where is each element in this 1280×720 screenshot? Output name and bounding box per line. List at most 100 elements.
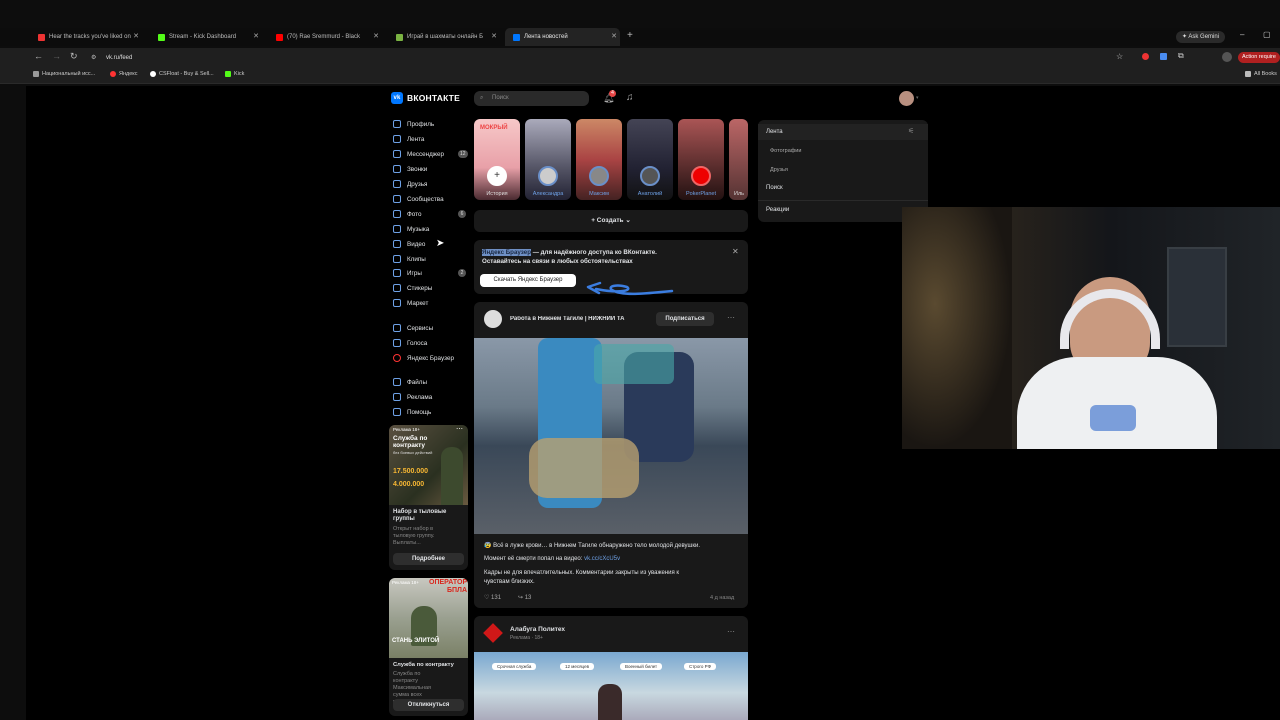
download-yandex-button[interactable]: Скачать Яндекс Браузер [480,274,576,287]
ask-gemini-button[interactable]: ✦ Ask Gemini [1176,31,1226,43]
story-item[interactable]: PokerPlanet [678,119,724,200]
menu-item-votes[interactable]: Голоса [393,337,427,349]
extensions-puzzle-icon[interactable]: ⧉ [1178,51,1184,61]
tab-youtube[interactable]: (70) Rae Sremmurd - Black ✕ [268,28,382,46]
maximize-button[interactable]: ▢ [1263,30,1271,39]
menu-item-profile[interactable]: Профиль [393,118,434,130]
heart-icon: ♡ [484,595,492,601]
menu-item-services[interactable]: Сервисы [393,322,433,334]
avatar [691,166,711,186]
story-item[interactable]: Иль [729,119,748,200]
story-add[interactable]: МОКРЫЙ + История [474,119,520,200]
menu-item-video[interactable]: Видео [393,238,425,250]
chevron-down-icon[interactable]: ▾ [916,95,919,101]
more-icon[interactable]: ⋯ [456,425,463,433]
post-image[interactable] [474,338,748,534]
ad-respond-button[interactable]: Откликнуться [393,699,464,711]
search-input[interactable]: ⌕ Поиск [474,91,589,106]
menu-item-calls[interactable]: Звонки [393,163,427,175]
story-item[interactable]: Максим [576,119,622,200]
room-lamp [902,207,1012,449]
music-note-icon[interactable]: ♫ [626,92,634,103]
votes-icon [393,339,401,347]
close-icon[interactable]: ✕ [373,32,379,40]
menu-item-messenger[interactable]: Мессенджер [393,148,444,160]
menu-item-market[interactable]: Маркет [393,297,428,309]
ad-card[interactable]: Реклама 18+ Служба по контракту без боев… [389,425,468,570]
folder-icon [1245,71,1251,77]
tab-chess[interactable]: Играй в шахматы онлайн Б ✕ [388,28,500,46]
filter-item-feed[interactable] [758,124,928,140]
menu-item-clips[interactable]: Клипы [393,253,426,265]
repost-button[interactable]: ↪ 13 [518,594,531,601]
create-button[interactable]: + Создать ⌄ [474,210,748,232]
story-item[interactable]: Анатолий [627,119,673,200]
streamer-shirt [1017,357,1217,449]
close-icon[interactable]: ✕ [611,32,617,40]
filter-item-photos[interactable]: Фотографии [770,148,801,154]
menu-item-stickers[interactable]: Стикеры [393,282,432,294]
menu-item-yandex-browser[interactable]: Яндекс Браузер [393,352,454,364]
back-icon[interactable]: ← [34,51,43,61]
tab-soundcloud[interactable]: Hear the tracks you've liked on ✕ [30,28,142,46]
feed-icon [393,135,401,143]
extension-icon[interactable] [1142,53,1149,60]
vk-logo[interactable]: vk ВКОНТАКТЕ [391,92,460,104]
menu-item-music[interactable]: Музыка [393,223,429,235]
ad-image: Реклама 18+ ОПЕРАТОР БПЛА СТАНЬ ЭЛИТОЙ [389,578,468,658]
forward-icon[interactable]: → [52,51,61,61]
menu-item-ads[interactable]: Реклама [393,391,432,403]
site-info-icon[interactable]: ⚙ [91,51,96,65]
post-author-name[interactable]: Работа в Нижнем Тагиле | НИЖНИЙ ТА [510,316,638,322]
ad-details-button[interactable]: Подробнее [393,553,464,565]
menu-item-friends[interactable]: Друзья [393,178,427,190]
bookmark-item[interactable]: CSFloat - Buy & Sell... [150,71,214,77]
like-button[interactable]: ♡ 131 [484,594,501,601]
menu-item-communities[interactable]: Сообщества [393,193,444,205]
star-icon[interactable]: ☆ [1116,52,1123,61]
filter-item-reactions[interactable]: Реакции [766,207,789,213]
new-tab-button[interactable]: + [627,30,633,41]
bookmark-item[interactable]: Национальный исс... [33,71,95,77]
post-link[interactable]: vk.cc/cXcU5v [584,556,620,562]
games-count: 2 [458,269,466,277]
url-bar[interactable]: ⚙ vk.ru/feed [86,51,1101,65]
post-author-avatar[interactable] [483,623,503,643]
filter-item-friends[interactable]: Друзья [770,167,788,173]
bookmark-item[interactable]: Яндекс [110,71,138,77]
soldier-figure [441,447,463,505]
minimize-button[interactable]: – [1240,30,1244,39]
post-author-avatar[interactable] [484,310,502,328]
profile-avatar[interactable] [1222,52,1232,62]
more-icon[interactable]: ⋯ [727,313,735,322]
tab-kick[interactable]: Stream - Kick Dashboard ✕ [150,28,262,46]
tab-vk-feed[interactable]: Лента новостей ✕ [505,28,620,46]
close-icon[interactable]: ✕ [133,32,139,40]
user-avatar[interactable] [899,91,914,106]
services-icon [393,324,401,332]
arrow-annotation [586,281,674,296]
filter-item-search[interactable]: Поиск [766,185,783,191]
yandex-icon [110,71,116,77]
menu-item-files[interactable]: Файлы [393,376,427,388]
menu-item-photos[interactable]: Фото [393,208,421,220]
close-icon[interactable]: ✕ [732,247,739,256]
chevron-down-icon: ⌄ [623,217,631,224]
extension-icon[interactable] [1160,53,1167,60]
all-bookmarks[interactable]: All Books [1245,71,1277,77]
story-item[interactable]: Александра [525,119,571,200]
more-icon[interactable]: ⋯ [727,627,735,636]
menu-item-games[interactable]: Игры [393,267,422,279]
reload-icon[interactable]: ↻ [70,51,78,62]
ad-card[interactable]: Реклама 18+ ОПЕРАТОР БПЛА СТАНЬ ЭЛИТОЙ С… [389,578,468,716]
menu-item-feed[interactable]: Лента [393,133,424,145]
menu-item-help[interactable]: Помощь [393,406,431,418]
subscribe-button[interactable]: Подписаться [656,312,714,326]
settings-sliders-icon[interactable]: ⚟ [908,127,914,135]
close-icon[interactable]: ✕ [253,32,259,40]
post-image[interactable]: Срочная служба 12 месяцев Военный билет … [474,652,748,720]
room-window [1167,247,1227,347]
bookmark-item[interactable]: Kick [225,71,244,77]
action-required-button[interactable]: Action require [1238,52,1280,63]
close-icon[interactable]: ✕ [491,32,497,40]
